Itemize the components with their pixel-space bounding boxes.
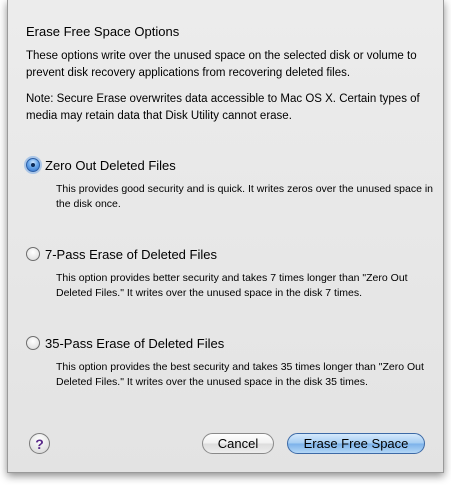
help-icon: ?: [35, 435, 44, 452]
option-7-pass-header[interactable]: 7-Pass Erase of Deleted Files: [26, 244, 436, 264]
radio-zero-out[interactable]: [26, 158, 40, 172]
option-7-pass-description: This option provides better security and…: [56, 272, 408, 299]
erase-free-space-button[interactable]: Erase Free Space: [287, 433, 425, 454]
option-zero-out-description: This provides good security and is quick…: [56, 183, 434, 210]
option-zero-out[interactable]: Zero Out Deleted Files This provides goo…: [26, 155, 436, 212]
option-zero-out-header[interactable]: Zero Out Deleted Files: [26, 155, 436, 175]
option-zero-out-label[interactable]: Zero Out Deleted Files: [45, 158, 176, 173]
option-7-pass-label[interactable]: 7-Pass Erase of Deleted Files: [45, 247, 217, 262]
option-35-pass-label[interactable]: 35-Pass Erase of Deleted Files: [45, 336, 224, 351]
dialog-description: These options write over the unused spac…: [26, 50, 417, 79]
option-7-pass[interactable]: 7-Pass Erase of Deleted Files This optio…: [26, 244, 436, 301]
option-35-pass[interactable]: 35-Pass Erase of Deleted Files This opti…: [26, 333, 436, 390]
radio-35-pass[interactable]: [26, 336, 40, 350]
radio-7-pass[interactable]: [26, 247, 40, 261]
help-button[interactable]: ?: [29, 433, 50, 454]
erase-free-space-sheet: Erase Free Space Options These options w…: [7, 0, 444, 473]
option-35-pass-header[interactable]: 35-Pass Erase of Deleted Files: [26, 333, 436, 353]
option-35-pass-description: This option provides the best security a…: [56, 361, 424, 388]
dialog-title: Erase Free Space Options: [26, 24, 180, 39]
dialog-note: Note: Secure Erase overwrites data acces…: [26, 93, 420, 122]
cancel-button[interactable]: Cancel: [202, 433, 274, 454]
